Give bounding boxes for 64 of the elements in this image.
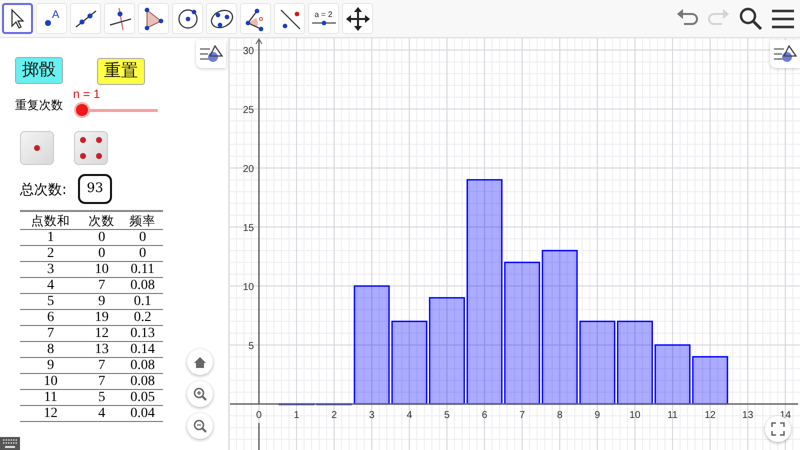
table-cell: 0.04 [122,406,163,422]
table-cell: 0.08 [122,358,163,374]
tick-label: 10 [242,282,254,293]
tick-label: 4 [406,410,412,421]
table-cell: 10 [81,262,122,278]
total-value: 93 [78,174,112,204]
table-cell: 3 [20,262,82,278]
tick-label: 2 [331,410,337,421]
tick-label: 5 [444,410,450,421]
table-cell: 10 [20,374,82,390]
tick-label: 7 [519,410,525,421]
table-cell: 7 [81,374,122,390]
table-cell: 7 [81,278,122,294]
tick-label: 20 [242,164,254,176]
tick-label: 6 [482,410,488,421]
table-cell: 0 [122,230,163,246]
tick-label: 9 [594,410,600,421]
tick-label: 5 [248,341,254,352]
table-cell: 8 [20,342,82,358]
tick-label: 13 [742,410,754,421]
table-cell: 5 [20,294,82,310]
slider-label: 重复次数 [15,97,63,114]
table-cell: 0.08 [122,278,163,294]
column-header: 点数和 [20,211,82,230]
table-cell: 12 [81,326,122,342]
column-header: 次数 [81,211,122,230]
table-cell: 0.2 [122,310,163,326]
tick-label: 11 [667,410,678,421]
tick-label: 1 [294,410,300,421]
table-cell: 0 [81,246,122,262]
table-cell: 4 [20,278,82,294]
table-cell: 0.13 [122,326,163,342]
tick-label: 0 [256,410,262,421]
table-cell: 1 [20,230,82,246]
tick-label: 10 [629,410,640,421]
table-cell: 13 [81,342,122,358]
table-cell: 9 [81,294,122,310]
table-cell: 4 [81,406,122,422]
table-cell: 0.11 [122,262,163,278]
total-label: 总次数: [20,181,67,199]
column-header: 频率 [122,211,163,230]
table-cell: 0 [81,230,122,246]
point-label: A [52,8,59,20]
table-cell: 6 [20,310,82,326]
tick-label: 12 [704,410,716,421]
table-cell: 0 [122,246,163,262]
table-cell: 0.14 [122,342,163,358]
table-cell: 0.1 [122,294,163,310]
table-cell: 0.08 [122,374,163,390]
table-cell: 5 [81,390,122,406]
table-cell: 7 [20,326,82,342]
table-cell: 7 [81,358,122,374]
tick-label: 15 [242,223,254,234]
table-cell: 9 [20,358,82,374]
tick-label: 30 [242,46,254,58]
table-cell: 11 [20,390,82,406]
tick-label: 3 [368,410,375,421]
tick-label: 8 [556,410,563,421]
tick-label: 25 [242,105,254,116]
slider-caption: n = 1 [73,87,100,101]
table-cell: 19 [81,310,122,326]
table-cell: 0.05 [122,390,163,406]
table-cell: 12 [20,406,82,422]
table-cell: 2 [20,246,82,262]
